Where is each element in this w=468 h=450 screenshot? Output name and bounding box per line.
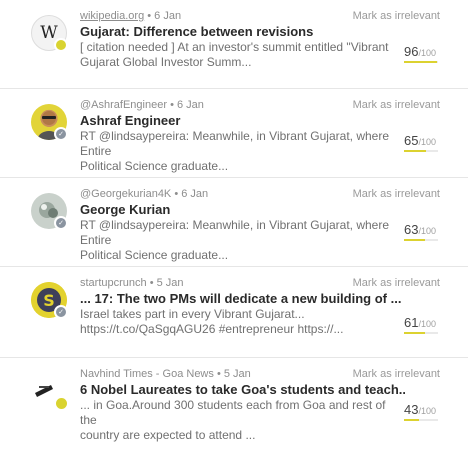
item-title[interactable]: Gujarat: Difference between revisions bbox=[80, 24, 405, 39]
twitter-badge-icon: ✓ bbox=[54, 305, 68, 319]
item-snippet: RT @lindsaypereira: Meanwhile, in Vibran… bbox=[80, 129, 398, 174]
item-snippet: Israel takes part in every Vibrant Gujar… bbox=[80, 307, 398, 337]
score-bar bbox=[404, 61, 438, 63]
score-denominator: /100 bbox=[418, 48, 436, 58]
snippet-line: country are expected to attend ... bbox=[80, 428, 256, 442]
snippet-line: ... in Goa.Around 300 students each from… bbox=[80, 398, 386, 427]
item-title[interactable]: 6 Nobel Laureates to take Goa's students… bbox=[80, 382, 405, 397]
mark-irrelevant-button[interactable]: Mark as irrelevant bbox=[353, 10, 440, 22]
source-handle[interactable]: @AshrafEngineer bbox=[80, 99, 167, 111]
snippet-line: Political Science graduate... bbox=[80, 159, 229, 173]
snippet-line: Political Science graduate... bbox=[80, 248, 229, 262]
score-bar bbox=[404, 419, 438, 421]
snippet-line: Gujarat Global Investor Summ... bbox=[80, 55, 252, 69]
score-denominator: /100 bbox=[418, 226, 436, 236]
item-meta: @Georgekurian4K • 6 Jan bbox=[80, 188, 208, 200]
item-date: • 6 Jan bbox=[174, 188, 209, 200]
score-value: 43 bbox=[404, 402, 419, 417]
item-meta: wikipedia.org • 6 Jan bbox=[80, 10, 181, 22]
score-value: 96 bbox=[404, 44, 419, 59]
item-title[interactable]: ... 17: The two PMs will dedicate a new … bbox=[80, 291, 405, 306]
item-meta: startupcrunch • 5 Jan bbox=[80, 277, 184, 289]
item-snippet: [ citation needed ] At an investor's sum… bbox=[80, 40, 398, 70]
item-snippet: RT @lindsaypereira: Meanwhile, in Vibran… bbox=[80, 218, 398, 263]
mark-irrelevant-button[interactable]: Mark as irrelevant bbox=[353, 99, 440, 111]
score-denominator: /100 bbox=[418, 319, 436, 329]
score-value: 65 bbox=[404, 133, 419, 148]
source-link[interactable]: wikipedia.org bbox=[80, 10, 144, 22]
relevance-score: 63/100 bbox=[404, 222, 436, 237]
result-item[interactable]: S ✓ startupcrunch • 5 Jan Mark as irrele… bbox=[0, 267, 468, 358]
twitter-badge-icon: ✓ bbox=[54, 216, 68, 230]
relevance-score: 43/100 bbox=[404, 402, 436, 417]
result-item[interactable]: ✓ @AshrafEngineer • 6 Jan Mark as irrele… bbox=[0, 89, 468, 178]
item-meta: @AshrafEngineer • 6 Jan bbox=[80, 99, 204, 111]
item-date: • 5 Jan bbox=[149, 277, 184, 289]
score-bar bbox=[404, 150, 438, 152]
score-bar bbox=[404, 332, 438, 334]
score-bar bbox=[404, 239, 438, 241]
score-bar-fill bbox=[404, 150, 427, 152]
svg-text:S: S bbox=[43, 291, 55, 310]
site-badge-icon bbox=[54, 38, 68, 52]
source-handle[interactable]: startupcrunch bbox=[80, 277, 147, 289]
relevance-score: 61/100 bbox=[404, 315, 436, 330]
score-value: 63 bbox=[404, 222, 419, 237]
score-value: 61 bbox=[404, 315, 419, 330]
snippet-line: [ citation needed ] At an investor's sum… bbox=[80, 40, 389, 54]
score-bar-fill bbox=[404, 332, 425, 334]
source-name[interactable]: Navhind Times - Goa News bbox=[80, 368, 214, 380]
relevance-score: 96/100 bbox=[404, 44, 436, 59]
item-date: • 5 Jan bbox=[216, 368, 251, 380]
mark-irrelevant-button[interactable]: Mark as irrelevant bbox=[353, 368, 440, 380]
result-item[interactable]: ✓ @Georgekurian4K • 6 Jan Mark as irrele… bbox=[0, 178, 468, 267]
snippet-line: https://t.co/QaSgqAGU26 #entrepreneur ht… bbox=[80, 322, 344, 336]
score-denominator: /100 bbox=[418, 137, 436, 147]
score-bar-fill bbox=[404, 239, 426, 241]
item-date: • 6 Jan bbox=[147, 10, 182, 22]
score-denominator: /100 bbox=[418, 406, 436, 416]
item-meta: Navhind Times - Goa News • 5 Jan bbox=[80, 368, 251, 380]
site-badge-icon bbox=[54, 396, 69, 411]
mark-irrelevant-button[interactable]: Mark as irrelevant bbox=[353, 277, 440, 289]
mark-irrelevant-button[interactable]: Mark as irrelevant bbox=[353, 188, 440, 200]
snippet-line: Israel takes part in every Vibrant Gujar… bbox=[80, 307, 305, 321]
item-title[interactable]: Ashraf Engineer bbox=[80, 113, 405, 128]
score-bar-fill bbox=[404, 61, 437, 63]
snippet-line: RT @lindsaypereira: Meanwhile, in Vibran… bbox=[80, 129, 389, 158]
item-snippet: ... in Goa.Around 300 students each from… bbox=[80, 398, 398, 443]
item-title[interactable]: George Kurian bbox=[80, 202, 405, 217]
score-bar-fill bbox=[404, 419, 419, 421]
twitter-badge-icon: ✓ bbox=[54, 127, 68, 141]
item-date: • 6 Jan bbox=[170, 99, 204, 111]
snippet-line: RT @lindsaypereira: Meanwhile, in Vibran… bbox=[80, 218, 389, 247]
relevance-score: 65/100 bbox=[404, 133, 436, 148]
source-handle[interactable]: @Georgekurian4K bbox=[80, 188, 171, 200]
result-item[interactable]: Navhind Times - Goa News • 5 Jan Mark as… bbox=[0, 358, 468, 450]
results-feed: W wikipedia.org • 6 Jan Mark as irreleva… bbox=[0, 0, 468, 450]
result-item[interactable]: W wikipedia.org • 6 Jan Mark as irreleva… bbox=[0, 0, 468, 89]
